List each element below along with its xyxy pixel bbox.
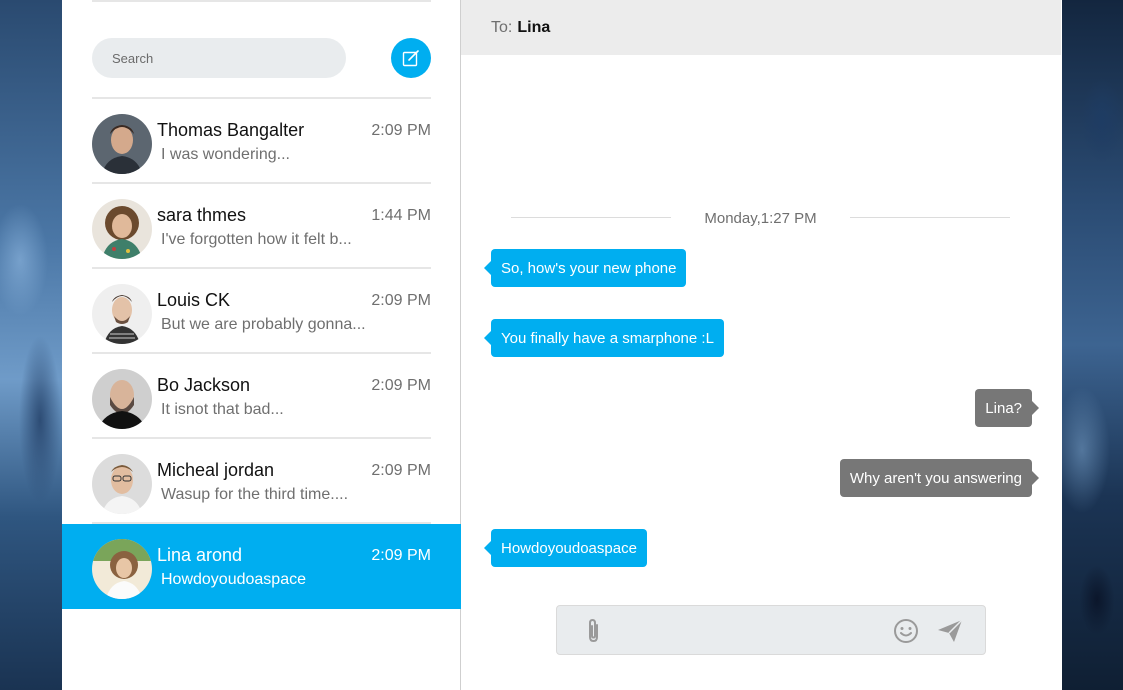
smiley-icon (894, 619, 918, 643)
message-preview: Wasup for the third time.... (161, 486, 349, 503)
to-label: To: (491, 18, 513, 36)
message-bubble-outgoing: Lina? (975, 389, 1039, 427)
date-divider: Monday,1:27 PM (511, 208, 1010, 228)
conversation-item[interactable]: Bo Jackson 2:09 PM It isnot that bad... (62, 354, 461, 439)
search-row (92, 38, 431, 78)
divider (850, 217, 1010, 218)
message-preview: Howdoyoudoaspace (161, 571, 306, 588)
message-time: 2:09 PM (371, 377, 431, 394)
message-time: 2:09 PM (371, 547, 431, 564)
conversation-item-active[interactable]: Lina arond 2:09 PM Howdoyoudoaspace (62, 524, 461, 609)
avatar (92, 114, 152, 174)
background-scenery-right (1062, 0, 1123, 690)
conversation-sidebar: Thomas Bangalter 2:09 PM I was wondering… (62, 0, 461, 690)
message-preview: I've forgotten how it felt b... (161, 231, 352, 248)
compose-icon (402, 50, 419, 67)
conversation-item[interactable]: Thomas Bangalter 2:09 PM I was wondering… (62, 99, 461, 184)
message-time: 2:09 PM (371, 292, 431, 309)
avatar (92, 539, 152, 599)
conversation-item[interactable]: Louis CK 2:09 PM But we are probably gon… (62, 269, 461, 354)
contact-name: sara thmes (157, 205, 247, 225)
message-time: 2:09 PM (371, 122, 431, 139)
attach-button[interactable] (579, 616, 609, 646)
search-input[interactable] (92, 38, 346, 78)
emoji-button[interactable] (891, 616, 921, 646)
message-bubble-incoming: So, how's your new phone (483, 249, 687, 287)
recipient-name: Lina (517, 18, 551, 36)
messenger-app: Thomas Bangalter 2:09 PM I was wondering… (62, 0, 1062, 690)
message-bubble-incoming: Howdoyoudoaspace (484, 529, 647, 567)
background-scenery-left (0, 0, 62, 690)
message-time: 2:09 PM (371, 462, 431, 479)
avatar (92, 284, 152, 344)
avatar (92, 454, 152, 514)
conversation-item[interactable]: sara thmes 1:44 PM I've forgotten how it… (62, 184, 461, 269)
send-icon (938, 619, 963, 642)
message-bubble-incoming: You finally have a smarphone :L (484, 319, 724, 357)
date-label: Monday,1:27 PM (704, 210, 817, 227)
compose-button[interactable] (391, 38, 431, 78)
divider (92, 0, 431, 2)
message-preview: I was wondering... (161, 146, 290, 163)
message-preview: It isnot that bad... (161, 401, 284, 418)
avatar (92, 199, 152, 259)
contact-name: Micheal jordan (157, 460, 275, 480)
conversation-item[interactable]: Micheal jordan 2:09 PM Wasup for the thi… (62, 439, 461, 524)
conversation-list: Thomas Bangalter 2:09 PM I was wondering… (62, 99, 461, 609)
message-composer (556, 605, 986, 655)
message-bubble-outgoing: Why aren't you answering (839, 459, 1040, 497)
paperclip-icon (589, 618, 598, 643)
contact-name: Louis CK (157, 290, 231, 310)
chat-header: To: Lina (461, 0, 1061, 55)
send-button[interactable] (935, 616, 965, 646)
contact-name: Thomas Bangalter (157, 120, 305, 140)
chat-pane: To: Lina Monday,1:27 PM So, how's your n… (461, 0, 1062, 690)
message-input[interactable] (612, 606, 882, 654)
message-preview: But we are probably gonna... (161, 316, 366, 333)
avatar (92, 369, 152, 429)
contact-name: Bo Jackson (157, 375, 251, 395)
message-time: 1:44 PM (371, 207, 431, 224)
contact-name: Lina arond (157, 545, 243, 565)
